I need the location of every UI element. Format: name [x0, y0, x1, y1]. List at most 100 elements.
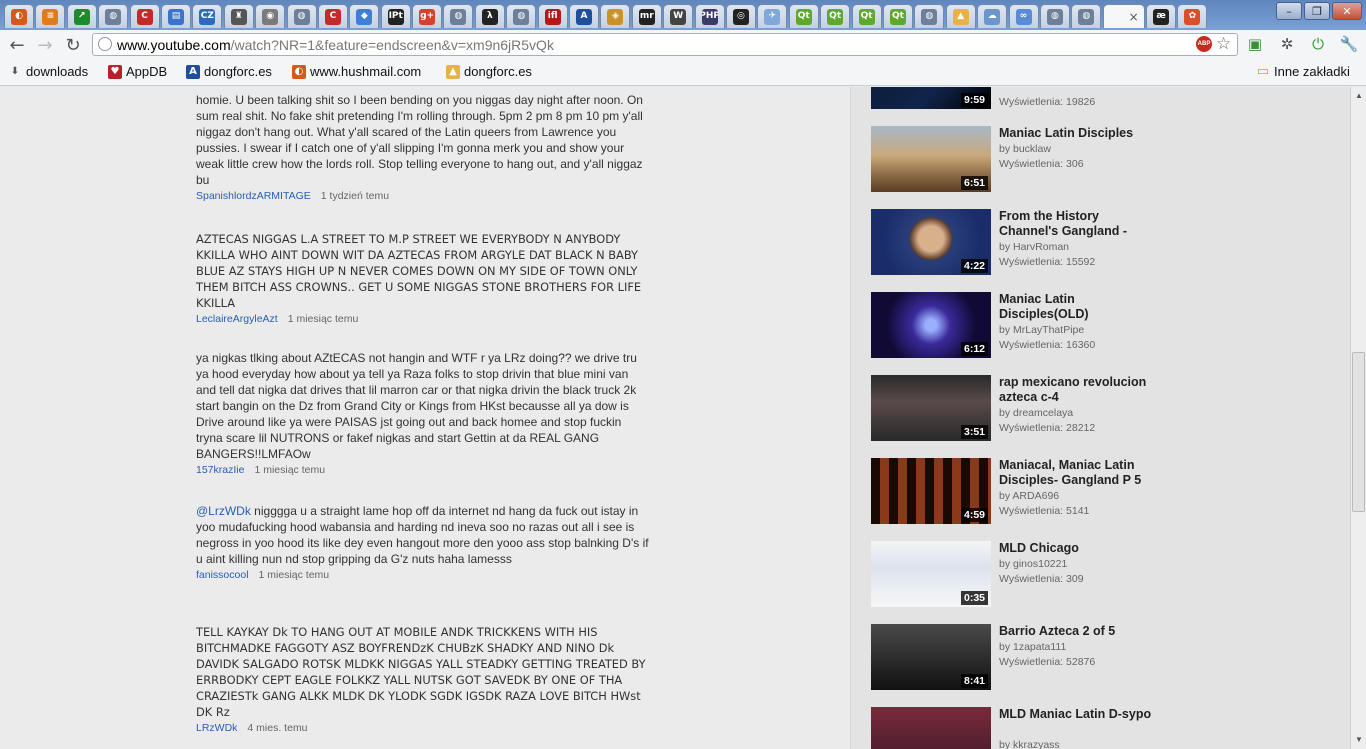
video-thumbnail[interactable]: 6:12 — [871, 292, 991, 358]
browser-tab[interactable]: ≡ — [35, 4, 66, 28]
video-uploader[interactable]: by bucklaw — [999, 142, 1051, 157]
browser-tab[interactable]: CZ — [192, 4, 223, 28]
video-thumbnail[interactable]: 0:35 — [871, 541, 991, 607]
bookmark-item[interactable]: ♥ AppDB — [108, 64, 167, 79]
page-scrollbar[interactable]: ▲ ▼ — [1350, 87, 1366, 749]
comment-mention-link[interactable]: @LrzWDk — [196, 504, 251, 518]
back-button[interactable]: ← — [6, 34, 28, 56]
video-title-link[interactable]: Maniacal, Maniac Latin Disciples- Gangla… — [999, 458, 1159, 488]
wrench-menu-icon[interactable]: 🔧 — [1340, 35, 1359, 53]
video-thumbnail[interactable]: 3:51 — [871, 375, 991, 441]
browser-tab[interactable]: ✿ — [1177, 4, 1208, 28]
browser-tab[interactable]: ◎ — [725, 4, 756, 28]
video-title-link[interactable]: MLD Maniac Latin D-sypo — [999, 707, 1159, 722]
maximize-button[interactable]: ❐ — [1304, 2, 1330, 20]
related-video-item[interactable]: 6:12 Maniac Latin Disciples(OLD) by MrLayT… — [871, 292, 1171, 360]
browser-tab[interactable]: λ — [474, 4, 505, 28]
close-window-button[interactable]: ✕ — [1332, 2, 1362, 20]
scroll-up-icon[interactable]: ▲ — [1353, 89, 1365, 101]
video-uploader[interactable]: by dreamcelaya — [999, 406, 1073, 421]
video-thumbnail[interactable]: 4:22 — [871, 209, 991, 275]
browser-tab[interactable]: Qt — [788, 4, 819, 28]
browser-tab[interactable]: Qt — [820, 4, 851, 28]
extension-evernote-icon[interactable]: ▣ — [1246, 35, 1264, 53]
video-title-link[interactable]: Maniac Latin Disciples — [999, 126, 1159, 141]
scrollbar-thumb[interactable] — [1352, 352, 1365, 512]
browser-tab[interactable]: ✈ — [757, 4, 788, 28]
video-title-link[interactable]: From the History Channel's Gangland - — [999, 209, 1159, 239]
extension-power-icon[interactable]: ⏻ — [1309, 35, 1327, 53]
browser-tab[interactable]: ♜ — [223, 4, 254, 28]
browser-tab[interactable]: ◐ — [4, 4, 34, 28]
browser-tab[interactable]: ◍ — [1071, 4, 1102, 28]
browser-tab[interactable]: C — [129, 4, 160, 28]
forward-button[interactable]: → — [34, 34, 56, 56]
video-uploader[interactable]: by 1zapata111 — [999, 640, 1066, 655]
related-video-item[interactable]: 4:22 From the History Channel's Gangland … — [871, 209, 1171, 277]
related-video-item[interactable]: 6:51 Maniac Latin Disciples by bucklaw Wyśw… — [871, 126, 1171, 194]
browser-tab[interactable]: ▲ — [945, 4, 976, 28]
extension-bug-icon[interactable]: ✲ — [1278, 35, 1296, 53]
browser-tab[interactable]: ☁ — [977, 4, 1008, 28]
video-uploader[interactable]: by ginos10221 — [999, 557, 1067, 572]
video-title-link[interactable]: Barrio Azteca 2 of 5 — [999, 624, 1159, 639]
related-video-item[interactable]: 0:35 MLD Chicago by ginos10221 Wyświetlenia… — [871, 541, 1171, 609]
scroll-down-icon[interactable]: ▼ — [1353, 733, 1365, 745]
related-video-item[interactable]: 9:59 Wyświetlenia: 19826 — [871, 87, 1171, 111]
video-thumbnail[interactable]: 6:51 — [871, 126, 991, 192]
browser-tab[interactable]: ◍ — [98, 4, 129, 28]
video-thumbnail[interactable]: 4:59 — [871, 458, 991, 524]
video-title-link[interactable]: MLD Chicago — [999, 541, 1159, 556]
browser-tab[interactable]: g+ — [412, 4, 443, 28]
browser-tab[interactable]: IPt — [380, 4, 411, 28]
video-thumbnail[interactable]: 9:59 — [871, 87, 991, 109]
bookmark-item[interactable]: ⬇ downloads — [8, 64, 88, 79]
video-uploader[interactable]: by MrLayThatPipe — [999, 323, 1084, 338]
bookmark-star-icon[interactable]: ☆ — [1216, 34, 1231, 54]
comment-author-link[interactable]: LeclaireArgyleAzt — [196, 313, 278, 325]
active-browser-tab[interactable]: × — [1102, 4, 1145, 28]
browser-tab[interactable]: ◍ — [1039, 4, 1070, 28]
browser-tab[interactable]: ▤ — [160, 4, 191, 28]
video-thumbnail[interactable] — [871, 707, 991, 749]
browser-tab[interactable]: Qt — [851, 4, 882, 28]
video-title-link[interactable]: Maniac Latin Disciples(OLD) — [999, 292, 1159, 322]
browser-tab[interactable]: ifl — [537, 4, 568, 28]
comment-author-link[interactable]: fanissocool — [196, 569, 249, 581]
browser-tab[interactable]: ◈ — [600, 4, 631, 28]
browser-tab[interactable]: mr — [631, 4, 662, 28]
bookmark-item[interactable]: ◐ www.hushmail.com — [292, 64, 421, 79]
comment-author-link[interactable]: SpanishlordzARMITAGE — [196, 190, 311, 202]
related-video-item[interactable]: MLD Maniac Latin D-sypo by kkrazyass — [871, 707, 1171, 749]
browser-tab[interactable]: ◍ — [914, 4, 945, 28]
video-uploader[interactable]: by HarvRoman — [999, 240, 1069, 255]
minimize-button[interactable]: – — [1276, 2, 1302, 20]
adblock-icon[interactable]: ABP — [1196, 36, 1212, 52]
browser-tab[interactable]: ◆ — [349, 4, 380, 28]
browser-tab[interactable]: ◍ — [286, 4, 317, 28]
browser-tab[interactable]: æ — [1146, 4, 1177, 28]
video-title-link[interactable]: rap mexicano revolucion azteca c-4 — [999, 375, 1159, 405]
browser-tab[interactable]: PHP — [694, 4, 725, 28]
url-text[interactable]: www.youtube.com/watch?NR=1&feature=endsc… — [117, 37, 554, 53]
video-thumbnail[interactable]: 8:41 — [871, 624, 991, 690]
browser-tab[interactable]: ◍ — [506, 4, 537, 28]
close-tab-icon[interactable]: × — [1129, 10, 1139, 24]
video-uploader[interactable]: by ARDA696 — [999, 489, 1059, 504]
bookmark-item[interactable]: Adongforc.es — [186, 64, 272, 79]
video-uploader[interactable]: by kkrazyass — [999, 738, 1060, 749]
browser-tab[interactable]: ↗ — [66, 4, 97, 28]
browser-tab[interactable]: C — [317, 4, 348, 28]
other-bookmarks[interactable]: ▭ Inne zakładki — [1256, 64, 1350, 79]
reload-button[interactable]: ↻ — [62, 34, 84, 56]
comment-author-link[interactable]: 157krazIie — [196, 464, 244, 476]
browser-tab[interactable]: W — [663, 4, 694, 28]
browser-tab[interactable]: ◉ — [255, 4, 286, 28]
bookmark-item[interactable]: ▲ dongforc.es — [446, 64, 532, 79]
related-video-item[interactable]: 4:59 Maniacal, Maniac Latin Disciples- Ga… — [871, 458, 1171, 526]
related-video-item[interactable]: 3:51 rap mexicano revolucion azteca c-4 by… — [871, 375, 1171, 443]
related-video-item[interactable]: 8:41 Barrio Azteca 2 of 5 by 1zapata111 Wyś… — [871, 624, 1171, 692]
address-bar[interactable]: www.youtube.com/watch?NR=1&feature=endsc… — [92, 33, 1238, 56]
comment-author-link[interactable]: LRzWDk — [196, 722, 237, 734]
browser-tab[interactable]: Qt — [882, 4, 913, 28]
